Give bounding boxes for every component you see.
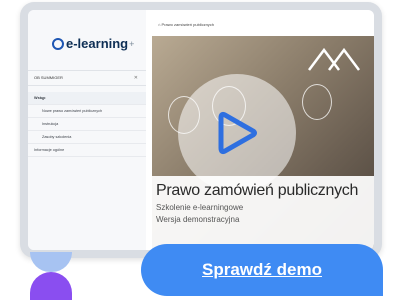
logo-text: e-learning xyxy=(66,36,129,51)
sidebar-item-instrukcja[interactable]: Instrukcja xyxy=(28,118,146,131)
logo-icon xyxy=(52,37,64,50)
decor-shape-top xyxy=(30,252,72,272)
decor-shape-bottom xyxy=(30,272,72,300)
sidebar-menu: Wstęp Nowe prawo zamówień publicznych In… xyxy=(28,92,146,157)
slide-caption: Prawo zamówień publicznych Szkolenie e-l… xyxy=(152,176,374,250)
sidebar-item-wstep[interactable]: Wstęp xyxy=(28,92,146,105)
menu-header: OB SUMMIGER ✕ xyxy=(28,70,146,86)
sidebar: e-learning + OB SUMMIGER ✕ Wstęp Nowe pr… xyxy=(28,10,147,250)
sidebar-item-label: Zasoby szkolenia xyxy=(42,135,72,139)
sidebar-item-label: Nowe prawo zamówień publicznych xyxy=(42,109,103,113)
slide-subtitle-2: Wersja demonstracyjna xyxy=(156,215,240,224)
menu-header-label: OB SUMMIGER xyxy=(34,75,63,80)
home-icon[interactable]: ⌂ xyxy=(158,22,160,27)
play-button[interactable] xyxy=(178,74,296,192)
close-icon[interactable]: ✕ xyxy=(134,71,138,85)
sidebar-item-label: Instrukcja xyxy=(42,122,59,126)
sidebar-item-label: Informacje ogólne xyxy=(34,148,65,152)
breadcrumb: ⌂ Prawo zamówień publicznych xyxy=(158,22,214,27)
slide-subtitle: Szkolenie e-learningowe xyxy=(156,203,244,212)
tablet-frame: e-learning + OB SUMMIGER ✕ Wstęp Nowe pr… xyxy=(20,2,382,258)
logo-suffix: + xyxy=(129,38,135,49)
play-icon xyxy=(218,111,257,155)
app-screen: e-learning + OB SUMMIGER ✕ Wstęp Nowe pr… xyxy=(28,10,374,250)
demo-button[interactable]: Sprawdź demo xyxy=(141,244,383,296)
sidebar-item-zasoby[interactable]: Zasoby szkolenia xyxy=(28,131,146,144)
breadcrumb-label: Prawo zamówień publicznych xyxy=(161,22,215,27)
sidebar-item-informacje[interactable]: Informacje ogólne xyxy=(28,144,146,157)
sidebar-item-nowe-prawo[interactable]: Nowe prawo zamówień publicznych xyxy=(28,105,146,118)
lightbulb-icon xyxy=(302,84,332,120)
slide-title: Prawo zamówień publicznych xyxy=(156,182,359,199)
video-slide[interactable]: Prawo zamówień publicznych Szkolenie e-l… xyxy=(152,36,374,250)
main-content: ⌂ Prawo zamówień publicznych Prawo zamów… xyxy=(146,10,374,250)
sidebar-item-label: Wstęp xyxy=(34,96,46,100)
logo: e-learning + xyxy=(52,36,134,51)
arrows-graphic xyxy=(308,47,360,71)
